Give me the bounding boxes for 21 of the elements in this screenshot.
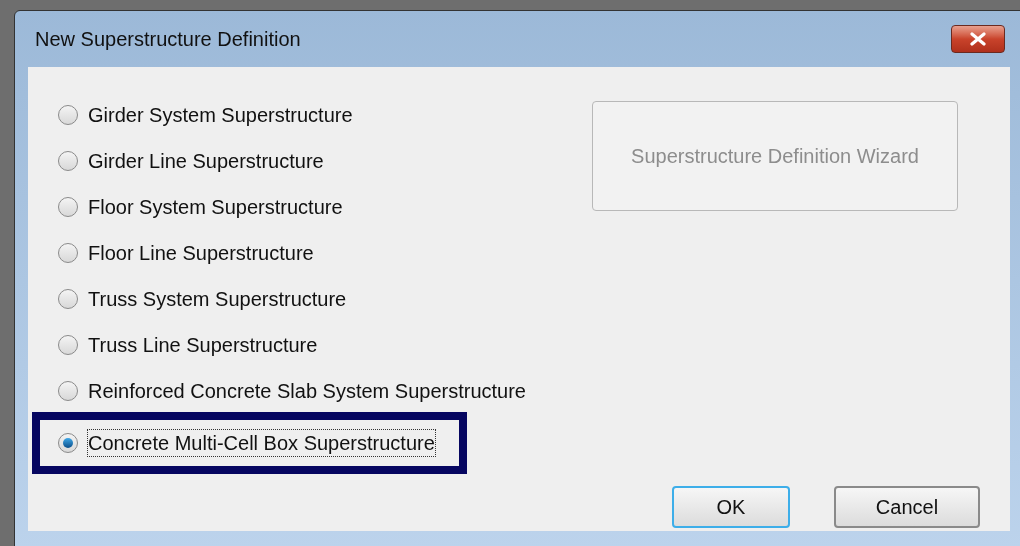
radio-label[interactable]: Floor System Superstructure [88, 194, 343, 220]
radio-button[interactable] [58, 197, 78, 217]
radio-label[interactable]: Reinforced Concrete Slab System Superstructure [88, 378, 526, 404]
cancel-button[interactable]: Cancel [834, 486, 980, 528]
radio-label[interactable]: Truss System Superstructure [88, 286, 347, 312]
radio-label[interactable]: Girder Line Superstructure [88, 148, 324, 174]
radio-label[interactable]: Girder System Superstructure [88, 102, 353, 128]
radio-button[interactable] [58, 151, 78, 171]
radio-button[interactable] [58, 433, 78, 453]
radio-button[interactable] [58, 335, 78, 355]
radio-label[interactable]: Floor Line Superstructure [88, 240, 314, 266]
radio-button[interactable] [58, 289, 78, 309]
radio-label[interactable]: Truss Line Superstructure [88, 332, 318, 358]
close-icon [969, 32, 987, 46]
radio-button[interactable] [58, 105, 78, 125]
close-button[interactable] [951, 25, 1005, 53]
window-title: New Superstructure Definition [35, 27, 301, 52]
radio-label[interactable]: Concrete Multi-Cell Box Superstructure [88, 430, 435, 456]
ok-button[interactable]: OK [672, 486, 790, 528]
radio-button[interactable] [58, 243, 78, 263]
radio-button[interactable] [58, 381, 78, 401]
